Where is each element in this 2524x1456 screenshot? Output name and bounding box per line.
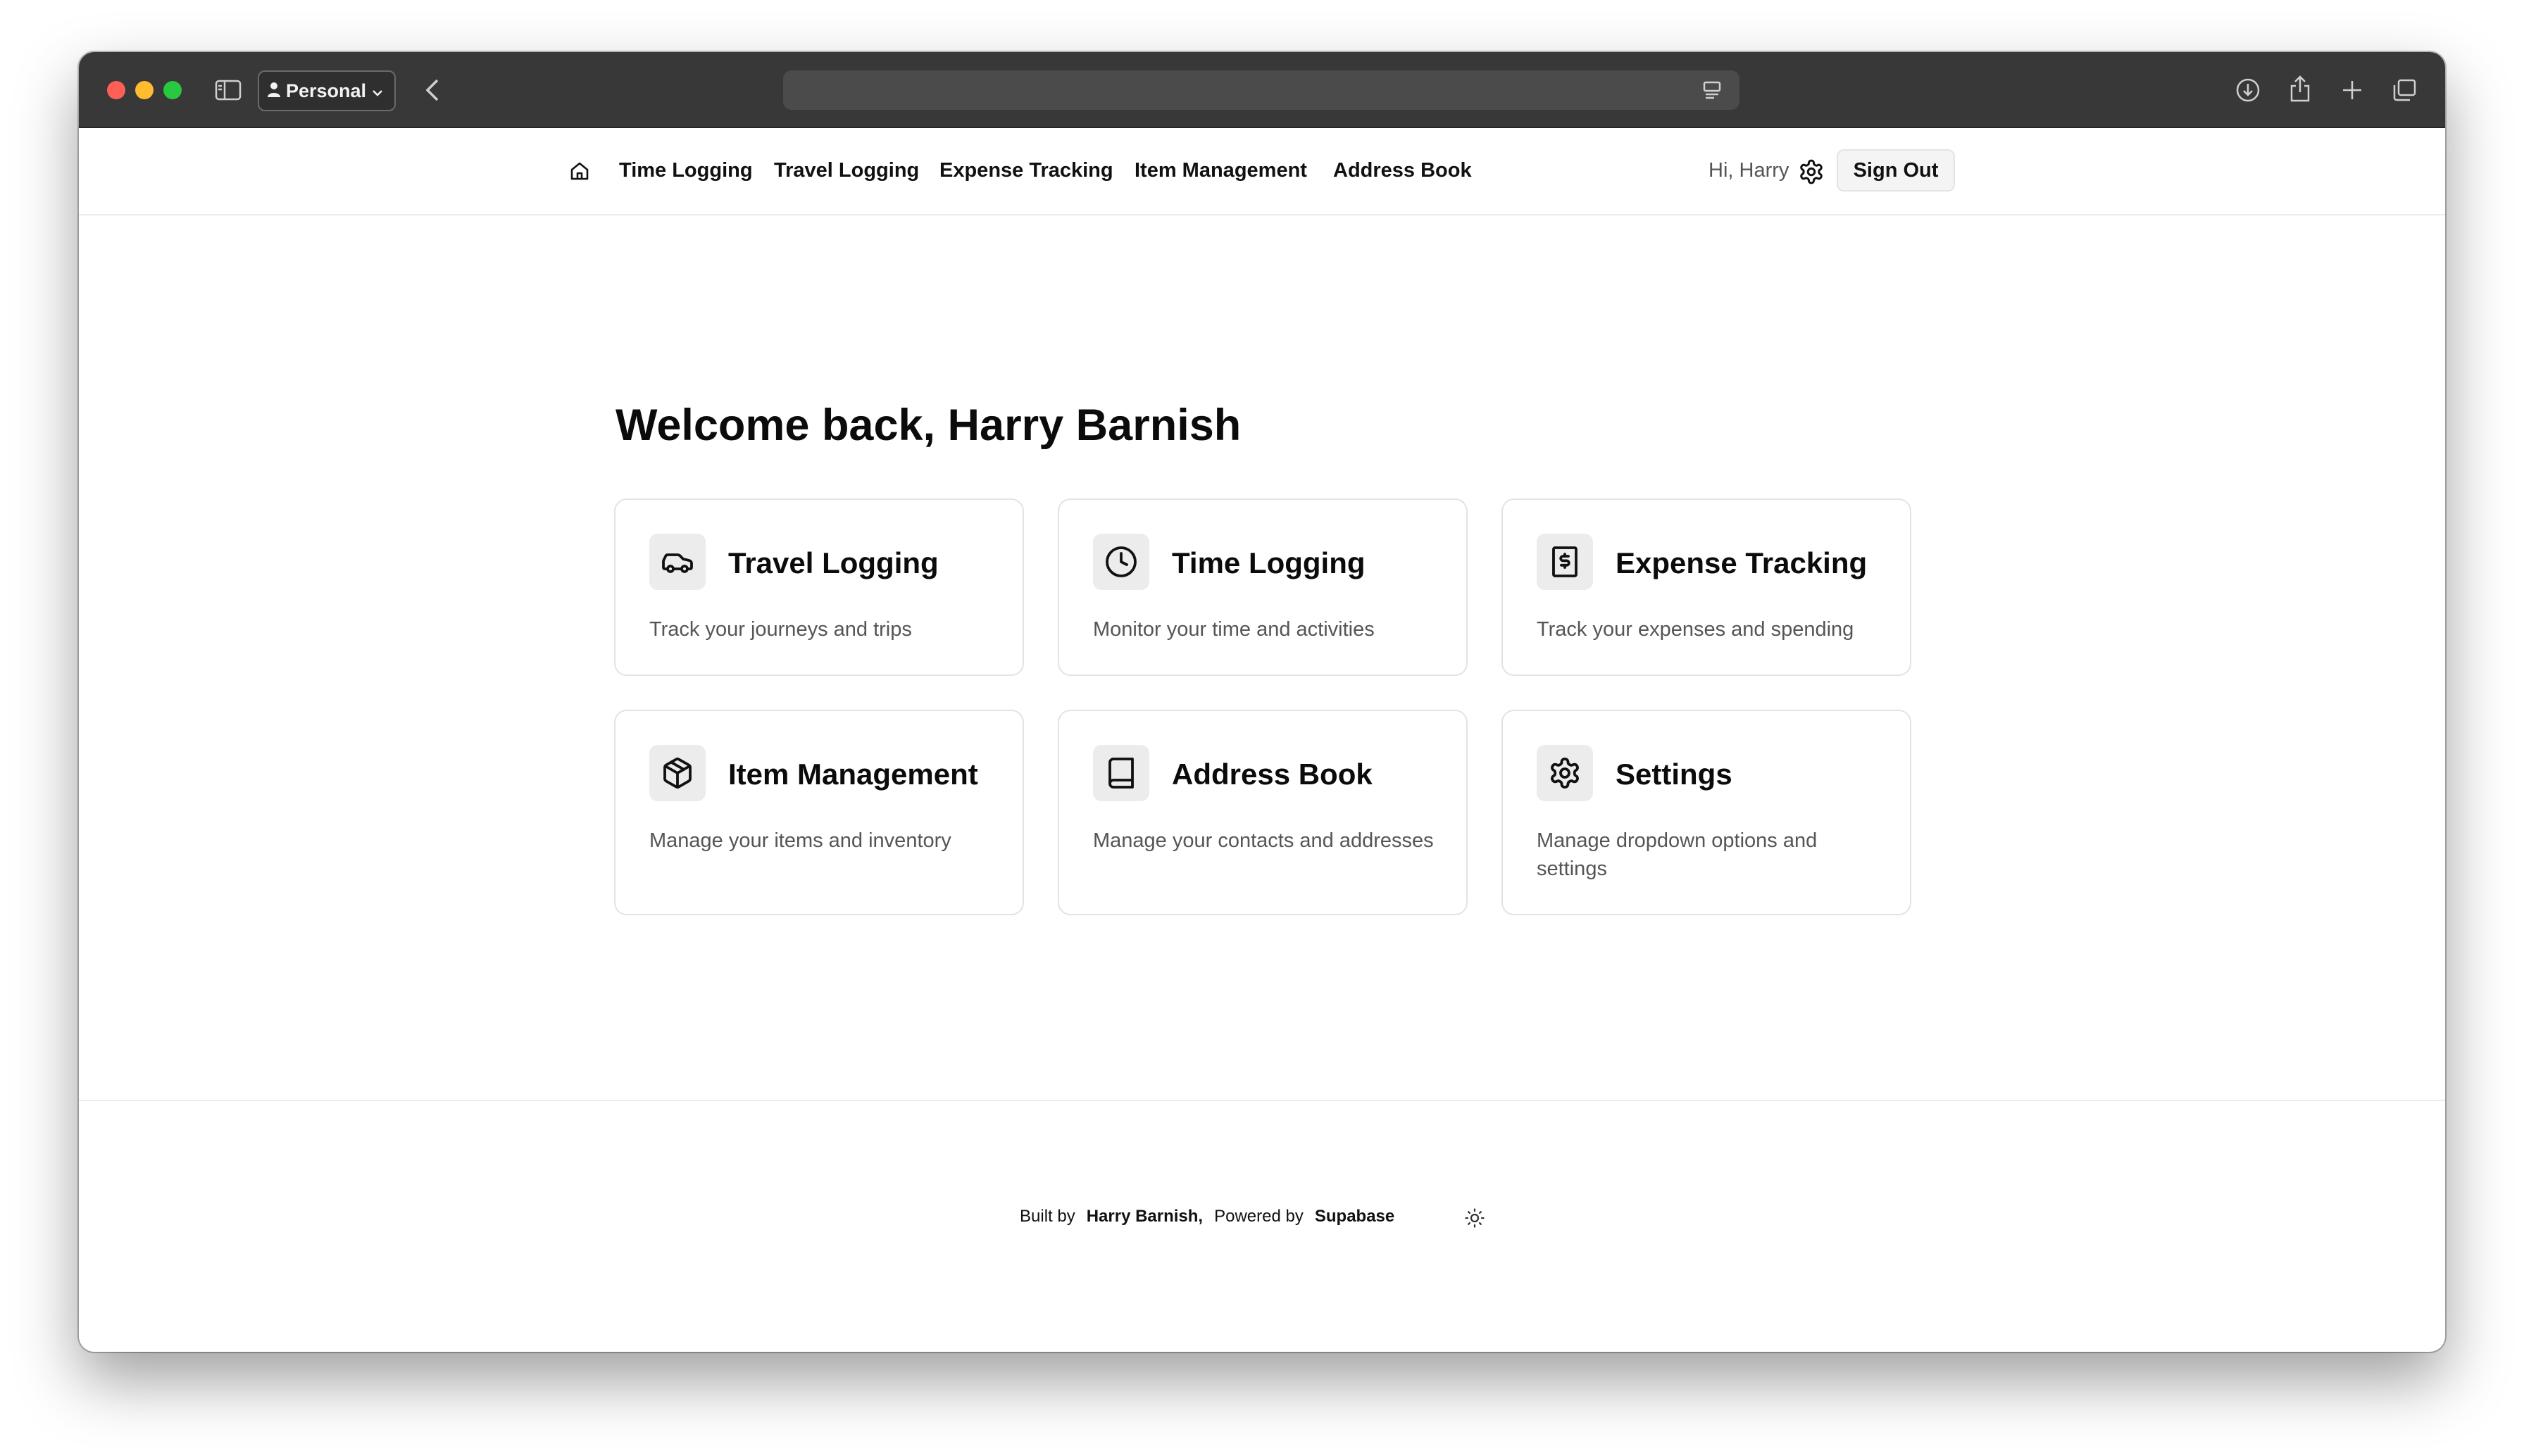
nav-item-management[interactable]: Item Management — [1135, 159, 1307, 182]
person-icon — [268, 80, 280, 102]
share-icon[interactable] — [2285, 72, 2316, 106]
footer-divider — [79, 1100, 2445, 1101]
sidebar-toggle-icon[interactable] — [214, 76, 242, 104]
card-title: Address Book — [1172, 758, 1373, 791]
address-bar[interactable] — [783, 70, 1739, 110]
close-window-button[interactable] — [107, 81, 125, 99]
card-description: Monitor your time and activities — [1093, 618, 1375, 641]
clock-icon — [1093, 534, 1149, 590]
author-link[interactable]: Harry Barnish, — [1087, 1207, 1203, 1226]
card-address-book[interactable]: Address Book Manage your contacts and ad… — [1058, 710, 1468, 915]
chevron-down-icon — [372, 80, 383, 102]
back-icon[interactable] — [418, 76, 446, 104]
home-icon[interactable] — [568, 159, 592, 183]
sun-icon[interactable] — [1462, 1205, 1487, 1231]
profile-label: Personal — [286, 80, 367, 101]
card-description: Manage dropdown options and settings — [1537, 829, 1818, 880]
downloads-icon[interactable] — [2232, 75, 2263, 106]
car-icon — [649, 534, 706, 590]
card-title: Settings — [1616, 758, 1732, 791]
user-greeting: Hi, Harry — [1708, 159, 1789, 182]
minimize-window-button[interactable] — [135, 81, 154, 99]
supabase-link[interactable]: Supabase — [1315, 1207, 1394, 1226]
card-item-management[interactable]: Item Management Manage your items and in… — [614, 710, 1024, 915]
browser-toolbar: Personal — [79, 52, 2445, 128]
card-expense-tracking[interactable]: Expense Tracking Track your expenses and… — [1501, 498, 1911, 676]
new-tab-icon[interactable] — [2337, 75, 2368, 106]
card-title: Item Management — [728, 758, 978, 791]
app-navbar: Time Logging Travel Logging Expense Trac… — [79, 128, 2445, 215]
gear-icon — [1537, 745, 1593, 801]
nav-travel-logging[interactable]: Travel Logging — [774, 159, 919, 182]
settings-gear-icon[interactable] — [1797, 158, 1825, 186]
zoom-window-button[interactable] — [163, 81, 182, 99]
browser-window: Personal Time Logging Travel Logging Exp… — [79, 52, 2445, 1352]
card-travel-logging[interactable]: Travel Logging Track your journeys and t… — [614, 498, 1024, 676]
card-title: Time Logging — [1172, 546, 1366, 579]
package-icon — [649, 745, 706, 801]
card-settings[interactable]: Settings Manage dropdown options and set… — [1501, 710, 1911, 915]
nav-expense-tracking[interactable]: Expense Tracking — [939, 159, 1113, 182]
card-description: Manage your items and inventory — [649, 829, 951, 852]
page-title: Welcome back, Harry Barnish — [616, 401, 1242, 450]
card-time-logging[interactable]: Time Logging Monitor your time and activ… — [1058, 498, 1468, 676]
reader-icon[interactable] — [1699, 77, 1725, 103]
nav-address-book[interactable]: Address Book — [1333, 159, 1472, 182]
footer-credits: Built by Harry Barnish, Powered by Supab… — [1020, 1207, 1394, 1226]
card-description: Manage your contacts and addresses — [1093, 829, 1434, 852]
card-description: Track your journeys and trips — [649, 618, 912, 641]
card-title: Expense Tracking — [1616, 546, 1868, 579]
profile-selector[interactable]: Personal — [258, 70, 396, 111]
card-description: Track your expenses and spending — [1537, 618, 1854, 641]
sign-out-button[interactable]: Sign Out — [1837, 149, 1955, 192]
powered-by-label: Powered by — [1214, 1207, 1304, 1226]
nav-time-logging[interactable]: Time Logging — [619, 159, 753, 182]
card-title: Travel Logging — [728, 546, 939, 579]
tab-overview-icon[interactable] — [2389, 75, 2420, 106]
built-by-label: Built by — [1020, 1207, 1075, 1226]
receipt-icon — [1537, 534, 1593, 590]
book-icon — [1093, 745, 1149, 801]
